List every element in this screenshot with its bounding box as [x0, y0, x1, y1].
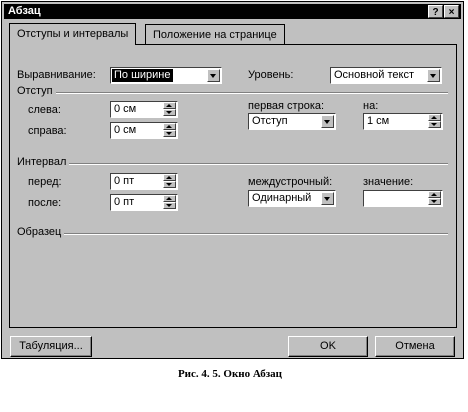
indent-right-label: справа:	[28, 125, 67, 137]
spacing-at-label: значение:	[363, 176, 414, 188]
close-button[interactable]: ×	[444, 5, 459, 18]
alignment-select[interactable]: По ширине	[110, 67, 222, 84]
tab-line-page-breaks[interactable]: Положение на странице	[145, 24, 285, 44]
spacing-section-title: Интервал	[17, 156, 70, 169]
indent-by-input[interactable]: 1 см	[363, 113, 443, 130]
level-select[interactable]: Основной текст	[330, 67, 442, 84]
help-button[interactable]: ?	[428, 5, 443, 18]
level-value: Основной текст	[334, 69, 414, 81]
level-label: Уровень:	[248, 69, 294, 81]
alignment-label: Выравнивание:	[17, 69, 96, 81]
spin-up-icon[interactable]	[163, 174, 176, 181]
window-title: Абзац	[8, 5, 41, 17]
spacing-at-input[interactable]	[363, 190, 443, 207]
cancel-button[interactable]: Отмена	[375, 336, 455, 357]
tabs-button[interactable]: Табуляция...	[10, 336, 92, 357]
tab-panel: Выравнивание: По ширине Уровень: Основно…	[9, 44, 457, 328]
indent-by-value: 1 см	[367, 115, 390, 127]
chevron-down-icon[interactable]	[321, 115, 334, 128]
spin-up-icon[interactable]	[163, 102, 176, 109]
indent-left-value: 0 см	[114, 103, 137, 115]
spin-down-icon[interactable]	[163, 202, 176, 209]
paragraph-dialog: Абзац ? × Отступы и интервалы Положение …	[1, 1, 464, 359]
spin-up-icon[interactable]	[163, 123, 176, 130]
line-spacing-select[interactable]: Одинарный	[248, 190, 336, 207]
indent-right-value: 0 см	[114, 124, 137, 136]
line-spacing-value: Одинарный	[252, 192, 312, 204]
chevron-down-icon[interactable]	[207, 69, 220, 82]
chevron-down-icon[interactable]	[321, 192, 334, 205]
spin-down-icon[interactable]	[163, 109, 176, 116]
line-spacing-label: междустрочный:	[248, 176, 333, 188]
alignment-value: По ширине	[112, 69, 173, 82]
spacing-divider	[18, 163, 448, 165]
first-line-label: первая строка:	[248, 100, 325, 112]
space-before-value: 0 пт	[114, 175, 135, 187]
spin-down-icon[interactable]	[428, 198, 441, 205]
indent-by-label: на:	[363, 100, 379, 112]
indent-left-input[interactable]: 0 см	[110, 101, 178, 118]
chevron-down-icon[interactable]	[427, 69, 440, 82]
indent-left-label: слева:	[28, 104, 61, 116]
indent-section-title: Отступ	[17, 85, 56, 98]
indent-divider	[18, 92, 448, 94]
space-before-input[interactable]: 0 пт	[110, 173, 178, 190]
space-after-label: после:	[28, 197, 62, 209]
preview-divider	[18, 233, 448, 235]
spin-down-icon[interactable]	[163, 181, 176, 188]
space-before-label: перед:	[28, 176, 62, 188]
preview-section-title: Образец	[17, 226, 65, 239]
ok-button[interactable]: OK	[288, 336, 368, 357]
spin-down-icon[interactable]	[428, 121, 441, 128]
spin-up-icon[interactable]	[163, 195, 176, 202]
spin-down-icon[interactable]	[163, 130, 176, 137]
first-line-value: Отступ	[252, 115, 288, 127]
first-line-select[interactable]: Отступ	[248, 113, 336, 130]
indent-right-input[interactable]: 0 см	[110, 122, 178, 139]
space-after-value: 0 пт	[114, 196, 135, 208]
tab-indents-spacing[interactable]: Отступы и интервалы	[9, 23, 137, 45]
spin-up-icon[interactable]	[428, 191, 441, 198]
figure-caption: Рис. 4. 5. Окно Абзац	[177, 368, 283, 380]
space-after-input[interactable]: 0 пт	[110, 194, 178, 211]
title-bar: Абзац ? ×	[4, 4, 461, 19]
spin-up-icon[interactable]	[428, 114, 441, 121]
